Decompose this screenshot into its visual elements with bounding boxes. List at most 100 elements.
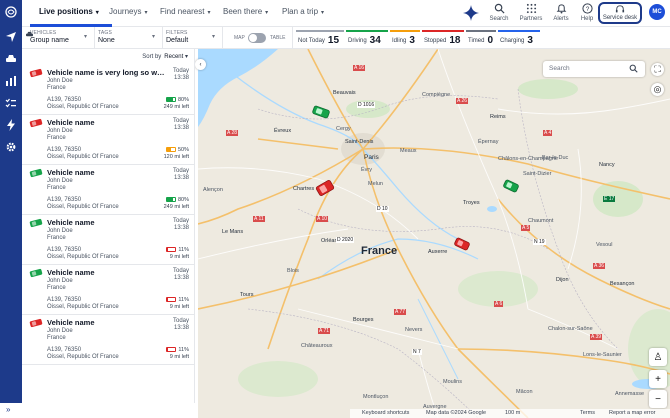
fullscreen-icon[interactable]: ⛶ [651,63,664,76]
logo-icon[interactable] [3,4,19,20]
map-place-label: Reims [490,114,506,120]
vehicle-road: A139, 76350 [47,197,82,203]
divider [94,27,95,49]
map-vehicle-marker[interactable] [311,105,331,119]
vehicle-status-icon [29,118,43,128]
street-view-pegman-icon[interactable]: ♙ [649,348,667,366]
battery-level: 80% [165,197,189,203]
vehicle-road: A139, 76350 [47,347,82,353]
stat-idling[interactable]: Idling 3 [390,30,420,49]
lightning-icon[interactable] [3,117,19,133]
tab-plan-a-trip[interactable]: Plan a trip ▾ [282,7,324,16]
tab-journeys[interactable]: Journeys ▾ [109,7,147,16]
tab-live-positions[interactable]: Live positions ▾ [39,7,99,16]
vehicle-list-item[interactable]: Vehicle name John Doe France A139, 76350 Ois… [22,265,195,315]
locate-target-icon[interactable]: ◎ [651,83,664,96]
last-seen-time: 13:38 [173,75,189,81]
search-nav-button[interactable]: Search [481,2,517,22]
apps-grid-icon [526,3,536,14]
search-icon[interactable] [629,64,638,73]
battery-level: 11% [166,347,189,353]
battery-icon [165,197,176,202]
tags-filter[interactable]: TAGS None [98,30,115,44]
toggle-knob [249,34,257,42]
chevron-down-icon[interactable]: ▾ [84,33,87,40]
headset-icon [615,5,625,13]
driver-name: John Doe [47,328,73,334]
driver-name: John Doe [47,178,73,184]
map-place-label: Dijon [556,277,569,283]
vehicle-list-item[interactable]: Vehicle name John Doe France A139, 76350 Ois… [22,165,195,215]
map-place-label: Bar-le-Duc [542,155,569,161]
chevron-down-icon[interactable]: ▾ [152,33,155,40]
chevron-down-icon: ▾ [321,10,325,16]
divider [162,27,163,49]
last-seen-day: Today [172,168,189,174]
vehicle-road: A139, 76350 [47,297,82,303]
tab-find-nearest[interactable]: Find nearest ▾ [160,7,210,16]
sparkle-star-icon[interactable] [463,5,479,21]
analytics-icon[interactable] [3,73,19,89]
map-data-attribution: Map data ©2024 Google [426,410,487,416]
map-vehicle-marker[interactable] [315,179,335,197]
range-left: 9 mi left [169,354,189,360]
top-navigation: Live positions ▾ Journeys ▾ Find nearest ▾ … [22,0,670,27]
vehicles-filter[interactable]: VEHICLES Group name [30,30,69,44]
stat-charging[interactable]: Charging 3 [498,30,540,49]
stat-stopped[interactable]: Stopped 18 [422,30,464,49]
map-canvas[interactable]: Beauvais Compiègne Évreux Cergy Saint-De… [198,49,670,418]
zoom-in-button[interactable]: + [649,370,667,388]
battery-level: 11% [166,297,189,303]
map-place-label: Besançon [610,281,635,287]
collapse-panel-button[interactable]: ‹ [195,59,206,70]
road-label: A 6 [494,301,504,307]
driver-name: John Doe [47,78,73,84]
vehicle-address: Oissel, Republic Of France [47,204,119,210]
last-seen-time: 13:38 [173,125,189,131]
vehicle-list-item[interactable]: Vehicle name John Doe France A139, 76350 Ois… [22,315,195,365]
report-map-error-link[interactable]: Report a map error [609,410,655,416]
last-seen-day: Today [172,268,189,274]
map-base-layer [198,49,670,418]
map-place-label: Évry [361,167,372,173]
user-avatar[interactable]: MC [649,4,665,20]
stat-driving[interactable]: Driving 34 [346,30,388,49]
vehicle-status-icon [29,318,43,328]
zoom-out-button[interactable]: − [649,390,667,408]
map-scale-label[interactable]: 100 m [505,410,520,416]
map-place-label: Le Mans [222,229,244,235]
sort-control[interactable]: Sort by Recent ▾ [142,53,188,60]
map-vehicle-marker[interactable] [502,179,520,193]
vehicle-list-item[interactable]: Vehicle name John Doe France A139, 76350 Ois… [22,215,195,265]
chevron-down-icon: ▾ [144,10,148,16]
vehicles-filter-value: Group name [30,37,69,44]
stat-timed[interactable]: Timed 0 [466,30,496,49]
vehicle-list-item[interactable]: Vehicle name John Doe France A139, 76350 Ois… [22,115,195,165]
vehicle-status-icon [29,268,43,278]
driver-name: John Doe [47,228,73,234]
terms-link[interactable]: Terms [580,410,595,416]
map-place-label: Évreux [274,128,292,134]
chevron-down-icon[interactable]: ▾ [212,33,215,40]
checklist-icon[interactable] [3,95,19,111]
road-label: A 36 [593,263,606,269]
car-icon[interactable] [3,51,19,67]
filters-filter-value: Default [166,37,189,44]
keyboard-shortcuts-link[interactable]: Keyboard shortcuts [362,410,409,416]
vehicle-list-item[interactable]: Vehicle name is very long so we n... John… [22,65,195,115]
table-view-label: TABLE [270,35,286,41]
expand-rail-icon[interactable]: » [6,405,10,414]
help-circle-icon: ? [581,3,593,14]
map-vehicle-marker[interactable] [454,237,470,251]
vehicle-list-panel: Sort by Recent ▾ Vehicle name is very lon… [22,49,195,403]
map-table-toggle[interactable] [248,33,266,43]
settings-gear-icon[interactable] [3,139,19,155]
service-desk-button[interactable]: Service desk [598,2,642,24]
map-place-label: Chaumont [528,218,554,224]
vehicle-name: Vehicle name [47,118,95,127]
stat-not-today[interactable]: Not Today 15 [296,30,344,49]
bell-icon [556,4,566,14]
navigation-arrow-icon[interactable] [3,29,19,45]
tab-been-there[interactable]: Been there ▾ [223,7,268,16]
filters-filter[interactable]: FILTERS Default [166,30,188,44]
